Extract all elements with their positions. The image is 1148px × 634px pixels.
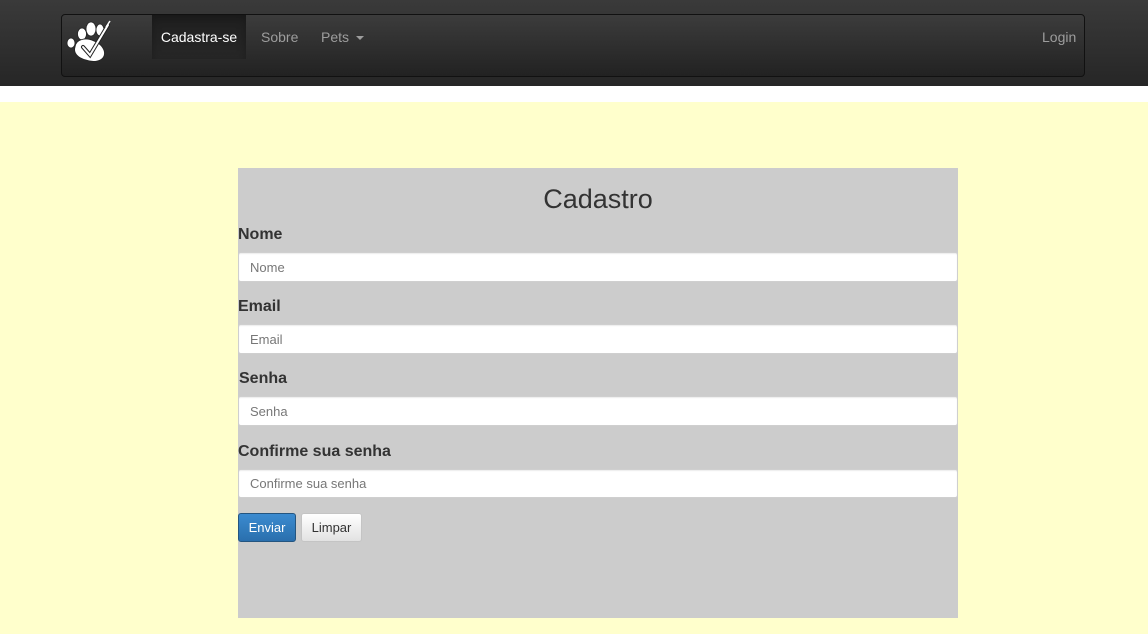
navbar: Cadastra-se Sobre Pets Login xyxy=(61,14,1085,77)
confirm-password-input[interactable] xyxy=(238,469,958,498)
paw-check-icon xyxy=(66,20,111,62)
email-input[interactable] xyxy=(238,324,958,354)
signup-form: Cadastro Nome Email Senha Confirme sua s… xyxy=(238,168,958,618)
name-label: Nome xyxy=(238,226,283,243)
confirm-password-label: Confirme sua senha xyxy=(238,443,391,460)
nav-item-pets[interactable]: Pets xyxy=(321,15,364,59)
page-title: Cadastro xyxy=(543,184,653,214)
login-link[interactable]: Login xyxy=(1042,15,1076,59)
name-input[interactable] xyxy=(238,252,958,282)
divider-band xyxy=(0,86,1148,102)
caret-down-icon xyxy=(355,36,364,41)
email-label: Email xyxy=(238,298,281,315)
top-bar: Cadastra-se Sobre Pets Login xyxy=(0,0,1148,86)
nav-item-cadastra-se[interactable]: Cadastra-se xyxy=(152,15,246,59)
nav-item-pets-label: Pets xyxy=(321,29,350,45)
clear-button[interactable]: Limpar xyxy=(301,513,362,542)
submit-button[interactable]: Enviar xyxy=(238,513,296,542)
brand-logo[interactable] xyxy=(62,15,122,68)
password-input[interactable] xyxy=(238,396,958,426)
password-label: Senha xyxy=(239,370,288,387)
nav-item-sobre[interactable]: Sobre xyxy=(261,15,298,59)
